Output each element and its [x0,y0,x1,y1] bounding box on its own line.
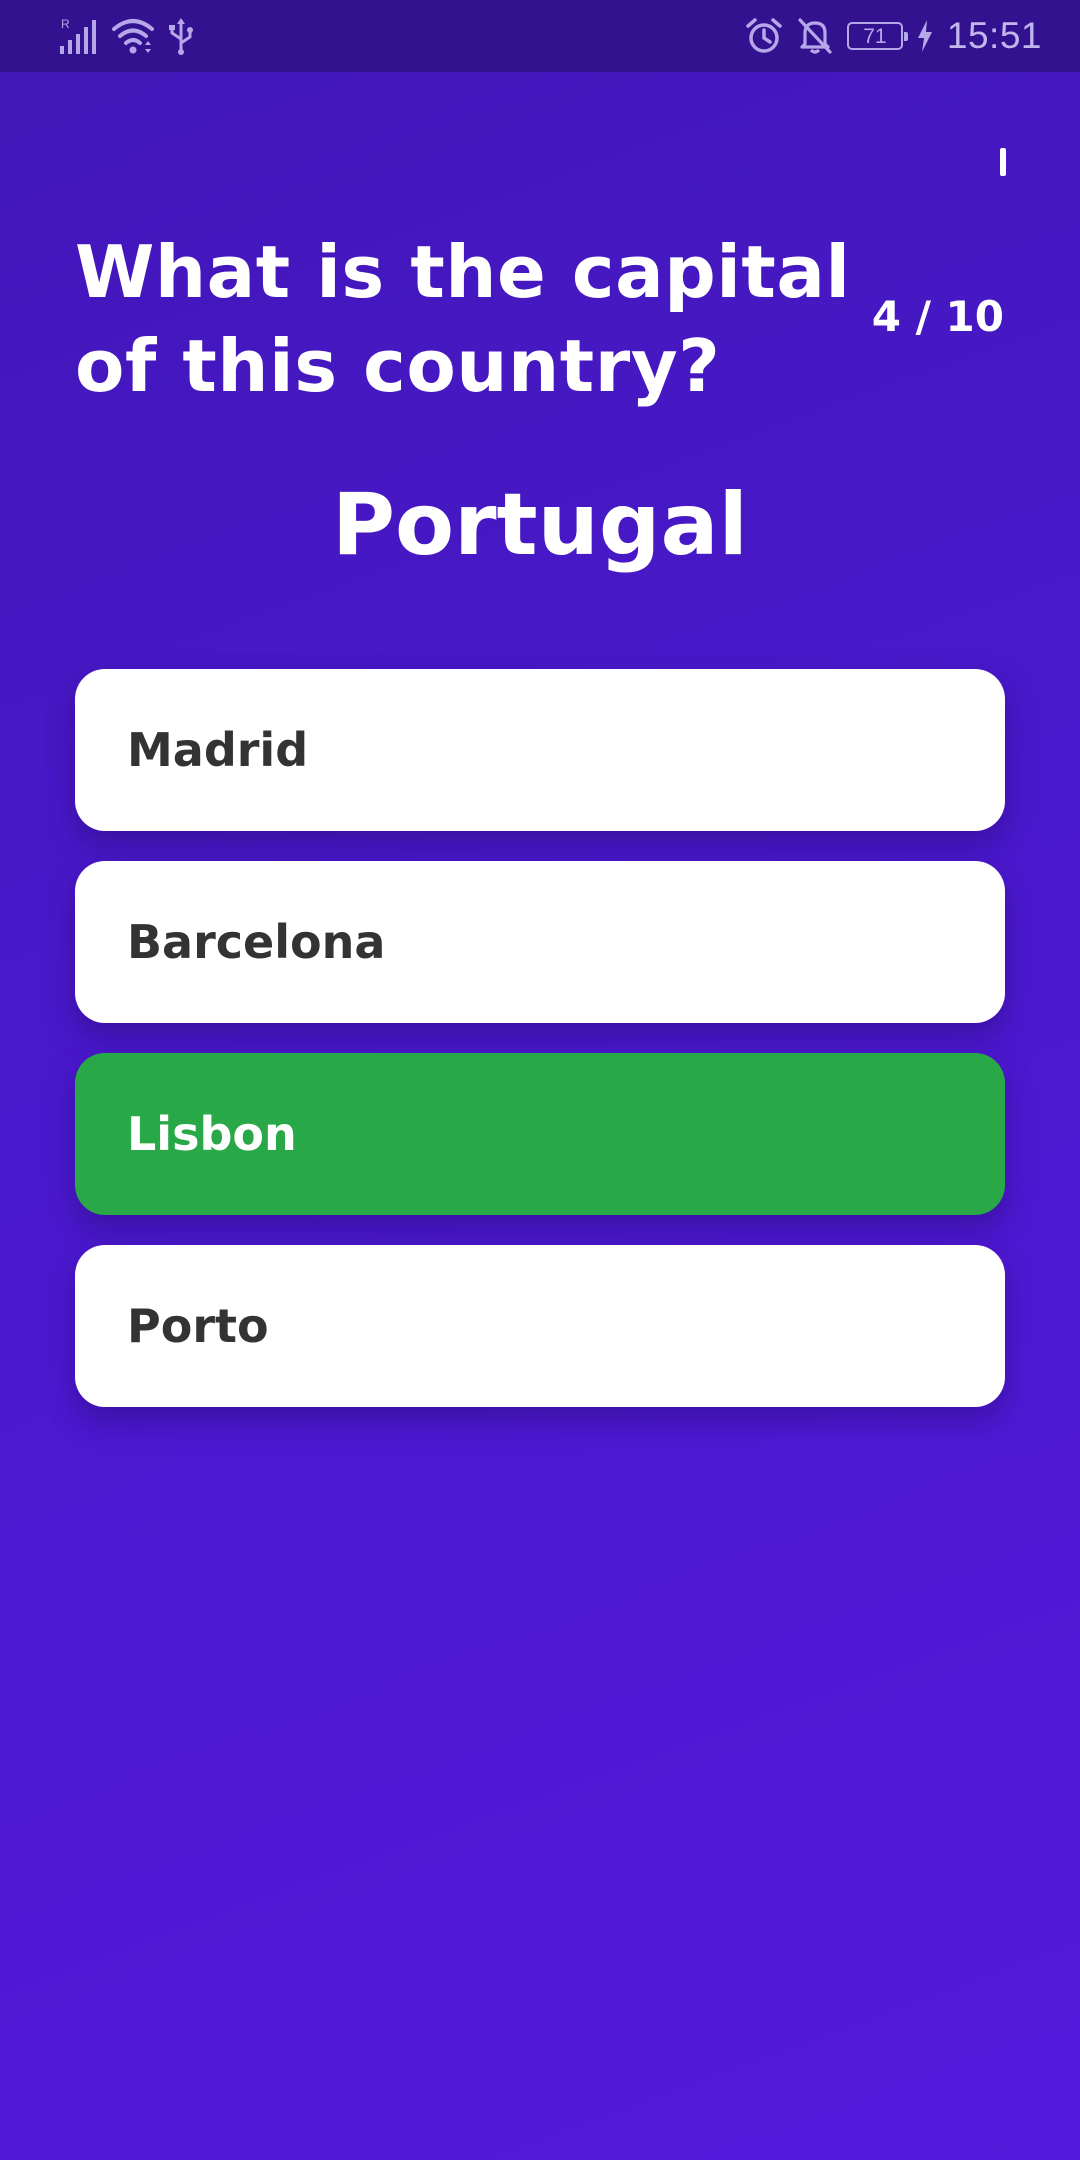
alarm-icon [746,18,782,53]
usb-icon [169,18,193,55]
status-bar: R 71 15:51 [0,0,1080,72]
answer-option-porto[interactable]: Porto [75,1245,1005,1407]
country-name: Portugal [332,475,748,575]
answer-label: Barcelona [127,915,386,969]
answer-option-barcelona[interactable]: Barcelona [75,861,1005,1023]
status-time: 15:51 [946,15,1042,56]
signal-icon: R [60,17,96,54]
answer-option-madrid[interactable]: Madrid [75,669,1005,831]
answer-label: Porto [127,1299,269,1353]
answer-label: Lisbon [127,1107,297,1161]
question-text: What is the capital of this country? [75,230,851,408]
answer-label: Madrid [127,723,309,777]
signal-roaming-label: R [61,17,70,31]
question-progress: 4 / 10 [871,292,1004,341]
answer-option-lisbon[interactable]: Lisbon [75,1053,1005,1215]
menu-icon[interactable] [1000,148,1006,176]
answer-list: Madrid Barcelona Lisbon Porto [75,669,1005,1437]
battery-level: 71 [863,24,887,48]
status-left-group: R [58,14,194,58]
notifications-off-icon [798,18,832,54]
wifi-icon [112,19,154,54]
status-right-group: 71 15:51 [745,10,1042,62]
battery-icon: 71 [846,22,908,50]
charging-icon [917,20,932,52]
